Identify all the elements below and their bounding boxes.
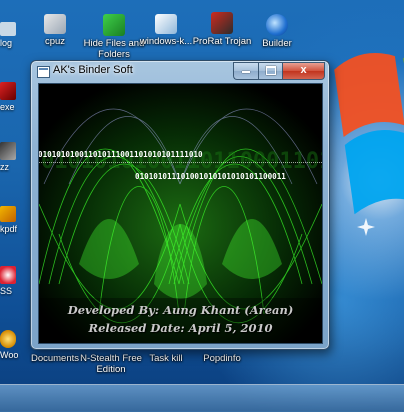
- binary-line-top: 010101010011010111001101010101111010: [38, 150, 203, 159]
- close-button[interactable]: x: [282, 62, 325, 80]
- desktop-icon-cpuz[interactable]: cpuz: [23, 14, 87, 47]
- program-icon: [0, 82, 16, 100]
- trojan-icon: [211, 12, 233, 34]
- desktop-edge-icon-log[interactable]: log: [0, 22, 20, 48]
- desktop-edge-icon-woo[interactable]: Woo: [0, 330, 20, 360]
- binder-window[interactable]: AK's Binder Soft x 010101010011011000110…: [30, 60, 330, 350]
- icon-label: exe: [0, 102, 15, 112]
- program-icon: [0, 266, 16, 284]
- release-date: Released Date: April 5, 2010: [88, 321, 273, 335]
- desktop-edge-icon-zz[interactable]: zz: [0, 142, 20, 172]
- desktop-edge-icon-kpdf[interactable]: kpdf: [0, 206, 20, 234]
- desktop-icon-builder[interactable]: Builder: [245, 14, 309, 49]
- close-icon: x: [300, 64, 307, 76]
- icon-label: Popdinfo: [203, 353, 241, 364]
- green-check-icon: [103, 14, 125, 36]
- desktop-edge-icon-exe[interactable]: exe: [0, 82, 20, 112]
- dotted-divider: [39, 162, 322, 163]
- splash-image: 010101010011011000110110 010101010011010…: [38, 83, 323, 344]
- desktop-icon-documents[interactable]: Documents: [23, 353, 87, 364]
- icon-label: cpuz: [44, 36, 66, 47]
- program-icon: [155, 14, 177, 34]
- maximize-icon: [265, 66, 276, 75]
- app-window-icon[interactable]: [37, 66, 50, 78]
- minimize-icon: [242, 71, 250, 73]
- program-icon: [44, 14, 66, 34]
- icon-label: log: [0, 38, 13, 48]
- developer-credit: Developed By: Aung Khant (Arean): [67, 303, 294, 317]
- icon-label: kpdf: [0, 224, 18, 234]
- desktop-edge-icon-ss[interactable]: SS: [0, 266, 20, 296]
- caption-buttons: x: [233, 62, 325, 80]
- icon-label: SS: [0, 286, 13, 296]
- binary-line-bottom: 010101011101001010101010101100011: [135, 172, 286, 181]
- title-bar[interactable]: AK's Binder Soft x: [31, 61, 329, 81]
- desktop-icon-popdinfo[interactable]: Popdinfo: [190, 353, 254, 364]
- desktop-icon-windows-k[interactable]: windows-k...: [134, 14, 198, 47]
- program-icon: [0, 22, 16, 36]
- program-icon: [0, 206, 16, 222]
- taskbar[interactable]: [0, 384, 404, 412]
- icon-label: Task kill: [149, 353, 183, 364]
- icon-label: Woo: [0, 350, 19, 360]
- icon-label: Builder: [262, 38, 292, 49]
- program-icon: [0, 330, 16, 348]
- icon-label: Documents: [30, 353, 80, 364]
- globe-icon: [266, 14, 288, 36]
- program-icon: [0, 142, 16, 160]
- minimize-button[interactable]: [233, 62, 258, 80]
- window-title: AK's Binder Soft: [53, 64, 133, 76]
- icon-label: windows-k...: [139, 36, 193, 47]
- maximize-button[interactable]: [258, 62, 282, 80]
- icon-label: zz: [0, 162, 9, 172]
- desktop-icon-task-kill[interactable]: Task kill: [134, 353, 198, 364]
